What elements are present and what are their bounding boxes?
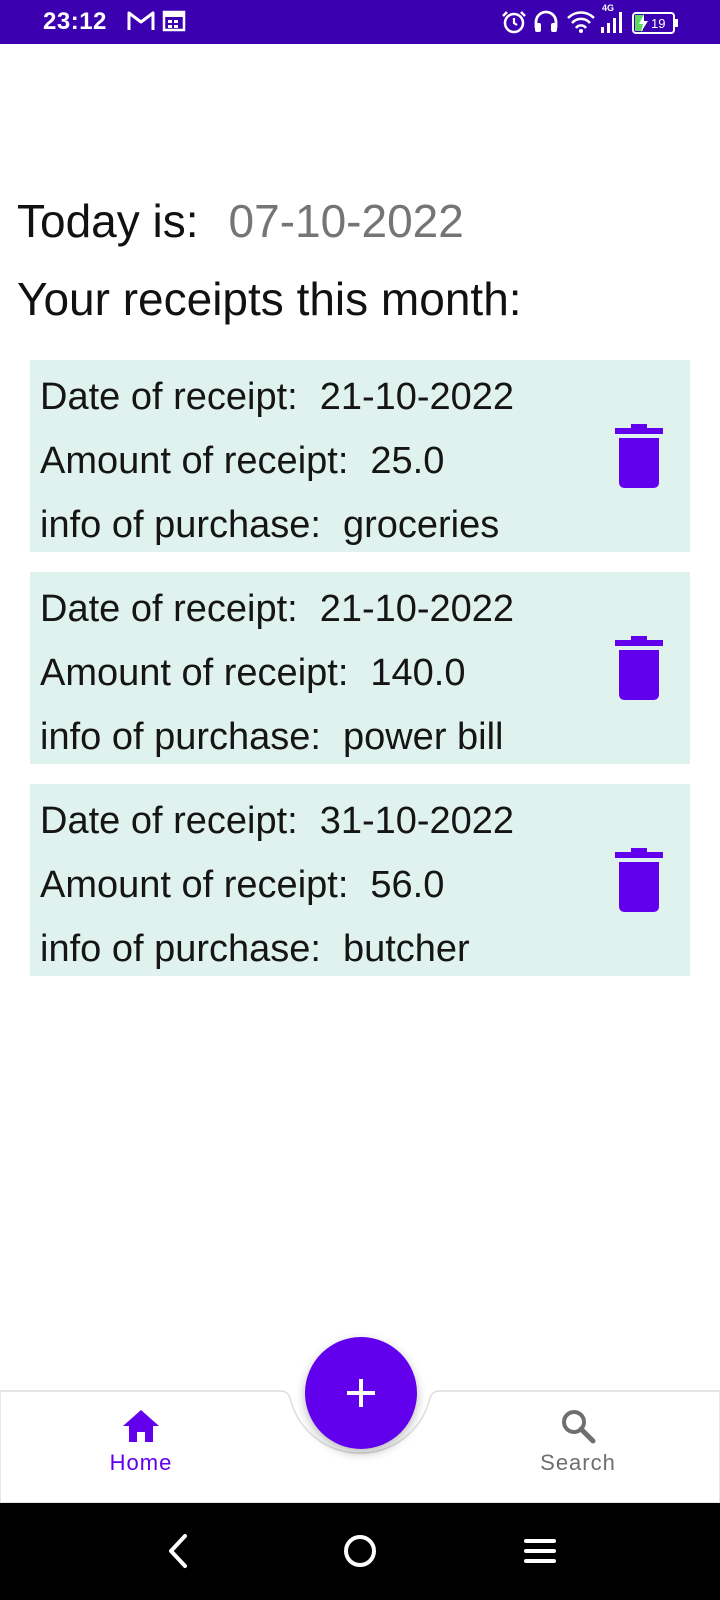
menu-icon[interactable] <box>523 1533 557 1569</box>
receipt-info-value: groceries <box>342 504 500 546</box>
gmail-icon <box>127 11 155 30</box>
receipt-date-label: Date of receipt: <box>40 800 298 842</box>
receipt-date-row: Date of receipt: 21-10-2022 <box>40 588 514 631</box>
signal-icon <box>601 12 622 33</box>
today-label: Today is: <box>17 195 199 247</box>
receipt-amount-label: Amount of receipt: <box>40 440 349 482</box>
delete-icon[interactable] <box>615 424 663 488</box>
receipt-amount-value: 140.0 <box>370 652 466 694</box>
battery-charging-icon: 19 <box>632 12 678 34</box>
search-icon <box>562 1410 596 1444</box>
receipt-amount-value: 56.0 <box>370 864 445 906</box>
system-navigation-bar <box>0 1503 720 1600</box>
receipt-date-row: Date of receipt: 21-10-2022 <box>40 376 514 419</box>
delete-icon[interactable] <box>615 636 663 700</box>
receipt-info-row: info of purchase: groceries <box>40 504 499 547</box>
plus-icon <box>347 1379 375 1407</box>
receipt-date-label: Date of receipt: <box>40 376 298 418</box>
nav-search[interactable]: Search <box>518 1408 638 1498</box>
receipt-date-value: 31-10-2022 <box>319 800 515 842</box>
wifi-icon <box>567 11 595 33</box>
back-icon[interactable] <box>163 1533 193 1569</box>
alarm-icon <box>502 11 526 34</box>
receipt-amount-label: Amount of receipt: <box>40 652 349 694</box>
receipt-date-row: Date of receipt: 31-10-2022 <box>40 800 514 843</box>
receipt-info-row: info of purchase: butcher <box>40 928 470 971</box>
receipt-amount-row: Amount of receipt: 56.0 <box>40 864 444 907</box>
delete-icon[interactable] <box>615 848 663 912</box>
today-date: 07-10-2022 <box>228 195 464 247</box>
receipt-info-label: info of purchase: <box>40 928 321 970</box>
receipt-amount-label: Amount of receipt: <box>40 864 349 906</box>
receipt-info-row: info of purchase: power bill <box>40 716 504 759</box>
add-receipt-button[interactable] <box>305 1337 417 1449</box>
receipt-date-label: Date of receipt: <box>40 588 298 630</box>
battery-level: 19 <box>651 16 665 31</box>
receipt-list: Date of receipt: 21-10-2022 Amount of rec… <box>30 360 690 996</box>
home-icon <box>123 1410 159 1442</box>
receipt-card[interactable]: Date of receipt: 21-10-2022 Amount of rec… <box>30 572 690 764</box>
receipt-info-value: power bill <box>342 716 504 758</box>
nav-home-label: Home <box>109 1450 173 1475</box>
today-row: Today is: 07-10-2022 <box>17 194 464 248</box>
status-bar: 23:12 4G 19 <box>0 0 720 44</box>
nav-search-label: Search <box>540 1450 616 1475</box>
receipt-date-value: 21-10-2022 <box>319 376 515 418</box>
receipt-card[interactable]: Date of receipt: 21-10-2022 Amount of rec… <box>30 360 690 552</box>
receipt-info-label: info of purchase: <box>40 504 321 546</box>
headset-icon <box>534 10 558 32</box>
status-time: 23:12 <box>43 8 107 35</box>
nav-home[interactable]: Home <box>81 1408 201 1498</box>
receipt-amount-value: 25.0 <box>370 440 445 482</box>
calendar-icon <box>162 10 186 32</box>
receipt-date-value: 21-10-2022 <box>319 588 515 630</box>
receipt-info-value: butcher <box>342 928 470 970</box>
receipt-amount-row: Amount of receipt: 25.0 <box>40 440 444 483</box>
receipt-info-label: info of purchase: <box>40 716 321 758</box>
month-heading: Your receipts this month: <box>17 273 522 325</box>
receipt-amount-row: Amount of receipt: 140.0 <box>40 652 465 695</box>
home-circle-icon[interactable] <box>342 1533 378 1569</box>
receipt-card[interactable]: Date of receipt: 31-10-2022 Amount of rec… <box>30 784 690 976</box>
